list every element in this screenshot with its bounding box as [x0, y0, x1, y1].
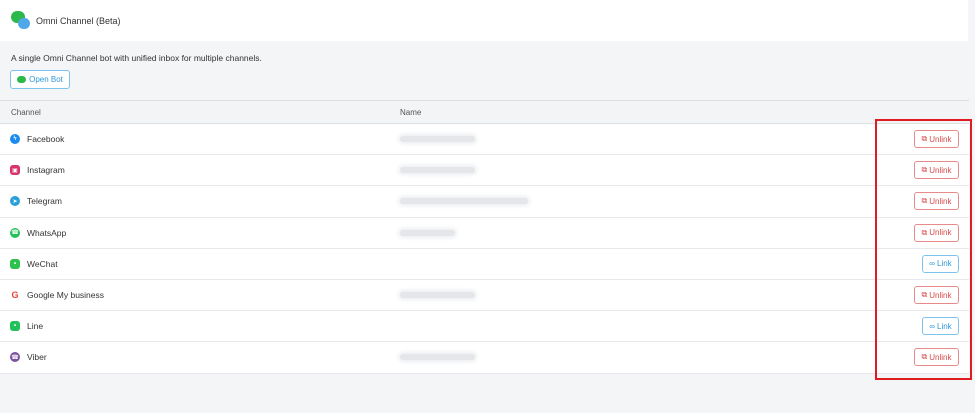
whatsapp-icon: ☎	[10, 227, 20, 238]
link-button[interactable]: ∞ Link	[922, 317, 959, 336]
unlink-button[interactable]: ⧉ Unlink	[914, 161, 959, 180]
table-row: ▣ Instagram ⧉ Unlink	[0, 155, 969, 187]
button-label: Unlink	[929, 165, 952, 175]
button-label: Unlink	[929, 134, 952, 144]
channel-label: Telegram	[27, 196, 62, 207]
page-title: Omni Channel (Beta)	[36, 15, 121, 26]
button-label: Unlink	[929, 352, 952, 362]
channel-label: WhatsApp	[27, 227, 67, 238]
channel-label: Facebook	[27, 134, 65, 145]
open-bot-label: Open Bot	[29, 75, 63, 84]
channel-label: Viber	[27, 352, 47, 363]
redacted-name	[400, 354, 475, 361]
table-row: ➤ Telegram ⧉ Unlink	[0, 186, 969, 218]
table-row: ☎ WhatsApp ⧉ Unlink	[0, 218, 969, 249]
redacted-name	[400, 229, 455, 236]
unlink-button[interactable]: ⧉ Unlink	[914, 223, 959, 242]
unlink-icon: ⧉	[921, 196, 928, 206]
table-row: • WeChat ∞ Link	[0, 249, 969, 280]
unlink-button[interactable]: ⧉ Unlink	[914, 192, 959, 211]
button-label: Link	[937, 259, 952, 269]
line-icon: •	[10, 321, 20, 332]
column-header-name: Name	[400, 107, 422, 117]
chat-bubbles-icon	[11, 10, 31, 31]
unlink-button[interactable]: ⧉ Unlink	[914, 130, 959, 149]
unlink-button[interactable]: ⧉ Unlink	[914, 348, 959, 367]
instagram-icon: ▣	[10, 165, 20, 176]
open-bot-button[interactable]: Open Bot	[10, 70, 70, 89]
chat-bubbles-icon	[17, 76, 27, 83]
table-row: ϟ Facebook ⧉ Unlink	[0, 124, 969, 156]
google-icon: G	[10, 290, 20, 301]
wechat-icon: •	[10, 258, 20, 269]
link-icon: ∞	[929, 259, 935, 269]
channel-label: Line	[27, 321, 44, 332]
telegram-icon: ➤	[10, 196, 20, 207]
channel-label: Instagram	[27, 165, 65, 176]
channel-label: WeChat	[27, 258, 58, 269]
table-row: • Line ∞ Link	[0, 311, 969, 343]
unlink-button[interactable]: ⧉ Unlink	[914, 286, 959, 305]
redacted-name	[400, 292, 475, 299]
button-label: Unlink	[929, 290, 952, 300]
unlink-icon: ⧉	[921, 352, 928, 362]
unlink-icon: ⧉	[921, 227, 928, 237]
page-header: Omni Channel (Beta)	[0, 0, 968, 41]
button-label: Unlink	[929, 228, 952, 238]
messenger-icon: ϟ	[10, 134, 20, 145]
link-button[interactable]: ∞ Link	[922, 254, 959, 273]
button-label: Link	[937, 321, 952, 331]
unlink-icon: ⧉	[921, 290, 928, 300]
viber-icon: ☎	[10, 352, 20, 363]
redacted-name	[400, 198, 528, 205]
redacted-name	[400, 167, 475, 174]
page-description: A single Omni Channel bot with unified i…	[11, 53, 262, 63]
link-icon: ∞	[929, 321, 935, 331]
unlink-icon: ⧉	[921, 165, 928, 175]
channel-label: Google My business	[27, 290, 105, 301]
table-row: ☎ Viber ⧉ Unlink	[0, 342, 969, 374]
button-label: Unlink	[929, 196, 952, 206]
redacted-name	[400, 136, 475, 143]
channels-table: Channel Name ϟ Facebook ⧉ Unlink ▣ Instagram ⧉…	[0, 100, 969, 374]
column-header-channel: Channel	[11, 107, 41, 117]
table-header: Channel Name	[0, 100, 969, 124]
table-row: G Google My business ⧉ Unlink	[0, 280, 969, 312]
unlink-icon: ⧉	[921, 134, 928, 144]
